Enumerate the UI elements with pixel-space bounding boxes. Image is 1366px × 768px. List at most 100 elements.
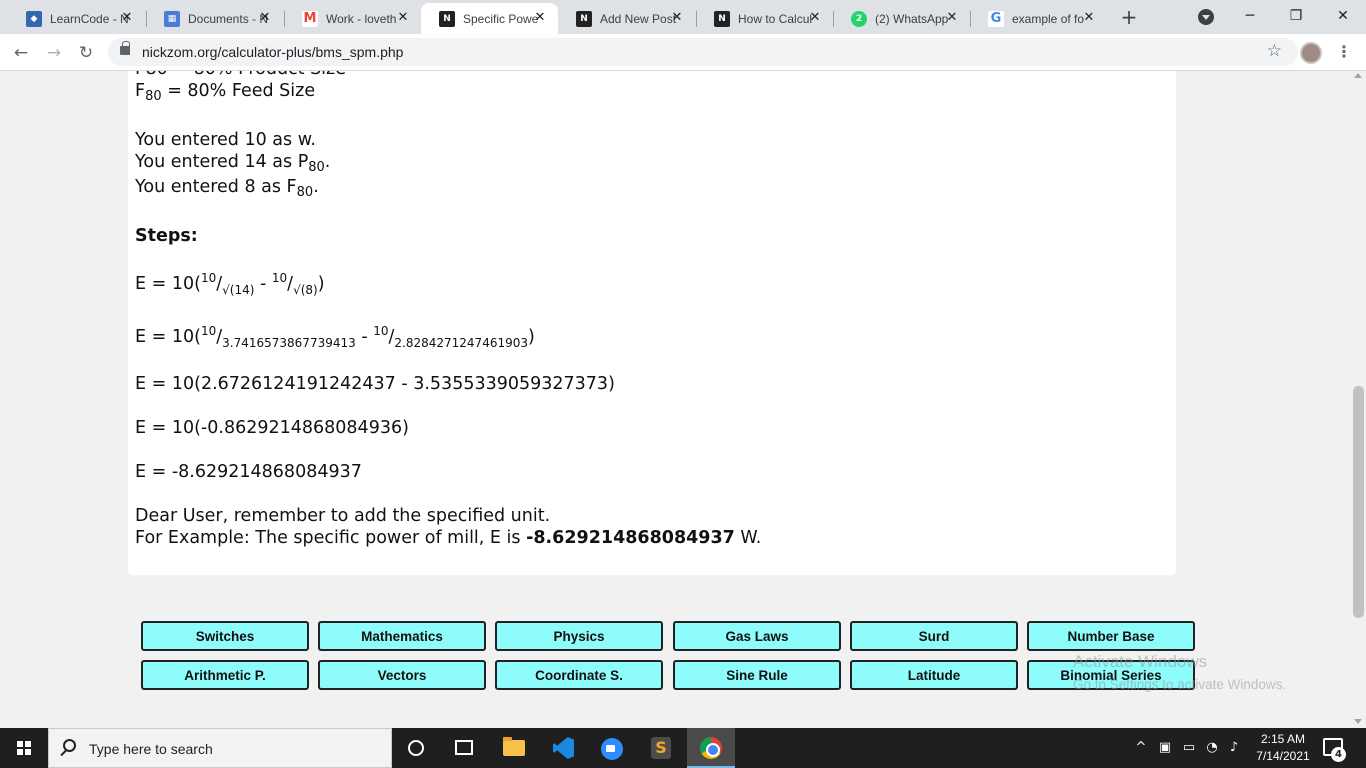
nav-button-arithmetic[interactable]: Arithmetic P. (141, 660, 309, 690)
close-icon[interactable]: ✕ (1081, 10, 1097, 26)
nav-button-sine-rule[interactable]: Sine Rule (673, 660, 841, 690)
example-text: For Example: The specific power of mill,… (135, 528, 762, 548)
tab-gmail[interactable]: M Work - loveth ✕ (284, 3, 421, 34)
activate-windows-hint: Go to Settings to activate Windows. (1073, 677, 1287, 692)
tab-specific-power[interactable]: N Specific Powe ✕ (421, 3, 558, 34)
windows-logo-icon (17, 741, 31, 755)
entered-p80: You entered 14 as P80. (135, 152, 331, 175)
clock-time: 2:15 AM (1260, 732, 1306, 746)
tab-google[interactable]: G example of fo ✕ (970, 3, 1107, 34)
menu-kebab-icon[interactable]: ⋮ (1336, 42, 1352, 61)
steps-heading: Steps: (135, 226, 198, 246)
nav-button-vectors[interactable]: Vectors (318, 660, 486, 690)
tab-learncode[interactable]: ◆ LearnCode - N ✕ (8, 3, 145, 34)
nickzom-icon: N (714, 10, 730, 27)
vscode-button[interactable] (539, 728, 587, 768)
folder-icon (503, 737, 525, 756)
whatsapp-icon: 2 (851, 10, 867, 27)
page-scrollbar[interactable] (1351, 71, 1366, 728)
result-card: P80 = 80% Product Size F80 = 80% Feed Si… (128, 71, 1176, 575)
address-bar[interactable]: nickzom.org/calculator-plus/bms_spm.php … (108, 38, 1298, 66)
nav-button-number-base[interactable]: Number Base (1027, 621, 1195, 651)
scroll-down-icon[interactable] (1354, 719, 1362, 724)
browser-toolbar: ← → ↻ nickzom.org/calculator-plus/bms_sp… (0, 34, 1366, 71)
step-4: E = 10(-0.8629214868084936) (135, 418, 409, 438)
minimize-icon[interactable]: ─ (1227, 4, 1273, 28)
nav-button-mathematics[interactable]: Mathematics (318, 621, 486, 651)
cortana-icon (408, 740, 424, 756)
wifi-icon[interactable]: ◔ (1202, 728, 1222, 768)
url-text[interactable]: nickzom.org/calculator-plus/bms_spm.php (142, 44, 403, 60)
tab-search-dropdown-icon[interactable] (1198, 9, 1214, 25)
close-icon[interactable]: ✕ (944, 10, 960, 26)
windows-taskbar: Type here to search S ^ ▣ ▭ ◔ ♪ 2:15 AM … (0, 728, 1366, 768)
close-icon[interactable]: ✕ (119, 10, 135, 26)
scroll-up-icon[interactable] (1354, 73, 1362, 78)
file-explorer-button[interactable] (490, 728, 538, 768)
chrome-button[interactable] (687, 728, 735, 768)
entered-f80: You entered 8 as F80. (135, 177, 319, 200)
start-button[interactable] (0, 728, 48, 768)
entered-w: You entered 10 as w. (135, 130, 316, 150)
step-3: E = 10(2.6726124191242437 - 3.5355339059… (135, 374, 615, 394)
page-viewport: P80 = 80% Product Size F80 = 80% Feed Si… (0, 71, 1351, 728)
search-placeholder: Type here to search (89, 741, 213, 757)
nickzom-icon: N (439, 10, 455, 27)
taskbar-search-input[interactable]: Type here to search (48, 728, 392, 768)
vscode-icon (553, 737, 574, 759)
step-5: E = -8.629214868084937 (135, 462, 362, 482)
chrome-icon (700, 737, 722, 759)
tab-whatsapp[interactable]: 2 (2) WhatsApp ✕ (833, 3, 970, 34)
activate-windows-watermark: Activate Windows (1073, 652, 1208, 671)
tab-how-to-calculate[interactable]: N How to Calcul ✕ (696, 3, 833, 34)
step-1: E = 10(10/√(14) - 10/√(8)) (135, 271, 325, 297)
gmail-icon: M (302, 10, 318, 27)
forward-icon[interactable]: → (41, 40, 67, 66)
volume-icon[interactable]: ♪ (1224, 728, 1244, 768)
clock-date: 7/14/2021 (1256, 749, 1310, 763)
close-icon[interactable]: ✕ (395, 10, 411, 26)
show-hidden-icons[interactable]: ^ (1132, 728, 1150, 768)
close-icon[interactable]: ✕ (807, 10, 823, 26)
learncode-icon: ◆ (26, 10, 42, 27)
system-clock[interactable]: 2:15 AM 7/14/2021 (1243, 731, 1323, 765)
device-icon[interactable]: ▣ (1154, 728, 1176, 768)
close-icon[interactable]: ✕ (257, 10, 273, 26)
reload-icon[interactable]: ↻ (73, 40, 99, 66)
new-tab-button[interactable]: + (1118, 6, 1140, 28)
nav-button-physics[interactable]: Physics (495, 621, 663, 651)
notification-count: 4 (1331, 747, 1346, 762)
back-icon[interactable]: ← (8, 40, 34, 66)
product-size-definition: P80 = 80% Product Size (135, 71, 346, 79)
zoom-button[interactable] (588, 728, 636, 768)
tab-strip: ◆ LearnCode - N ✕ ▦ Documents - N ✕ M Wo… (0, 0, 1366, 34)
task-view-icon (455, 740, 473, 755)
nav-button-switches[interactable]: Switches (141, 621, 309, 651)
zoom-icon (601, 738, 623, 760)
nav-button-surd[interactable]: Surd (850, 621, 1018, 651)
profile-avatar[interactable] (1300, 42, 1322, 64)
documents-icon: ▦ (164, 10, 180, 27)
nav-button-latitude[interactable]: Latitude (850, 660, 1018, 690)
feed-size-definition: F80 = 80% Feed Size (135, 81, 316, 104)
bookmark-star-icon[interactable]: ☆ (1267, 41, 1282, 61)
task-view-button[interactable] (440, 728, 488, 768)
close-window-icon[interactable]: ✕ (1320, 4, 1366, 28)
close-icon[interactable]: ✕ (669, 10, 685, 26)
restore-icon[interactable]: ❐ (1273, 4, 1319, 28)
tab-documents[interactable]: ▦ Documents - N ✕ (146, 3, 283, 34)
google-icon: G (988, 10, 1004, 27)
reminder-text: Dear User, remember to add the specified… (135, 506, 551, 526)
nav-button-gas-laws[interactable]: Gas Laws (673, 621, 841, 651)
scroll-thumb[interactable] (1353, 386, 1364, 618)
tab-add-new-post[interactable]: N Add New Post ✕ (558, 3, 695, 34)
close-icon[interactable]: ✕ (532, 10, 548, 26)
sublime-button[interactable]: S (637, 728, 685, 768)
battery-icon[interactable]: ▭ (1178, 728, 1200, 768)
nav-button-coordinate[interactable]: Coordinate S. (495, 660, 663, 690)
sublime-icon: S (651, 737, 671, 759)
step-2: E = 10(10/3.7416573867739413 - 10/2.8284… (135, 324, 535, 350)
search-icon (63, 739, 76, 752)
lock-icon[interactable] (120, 41, 130, 55)
cortana-button[interactable] (392, 728, 440, 768)
